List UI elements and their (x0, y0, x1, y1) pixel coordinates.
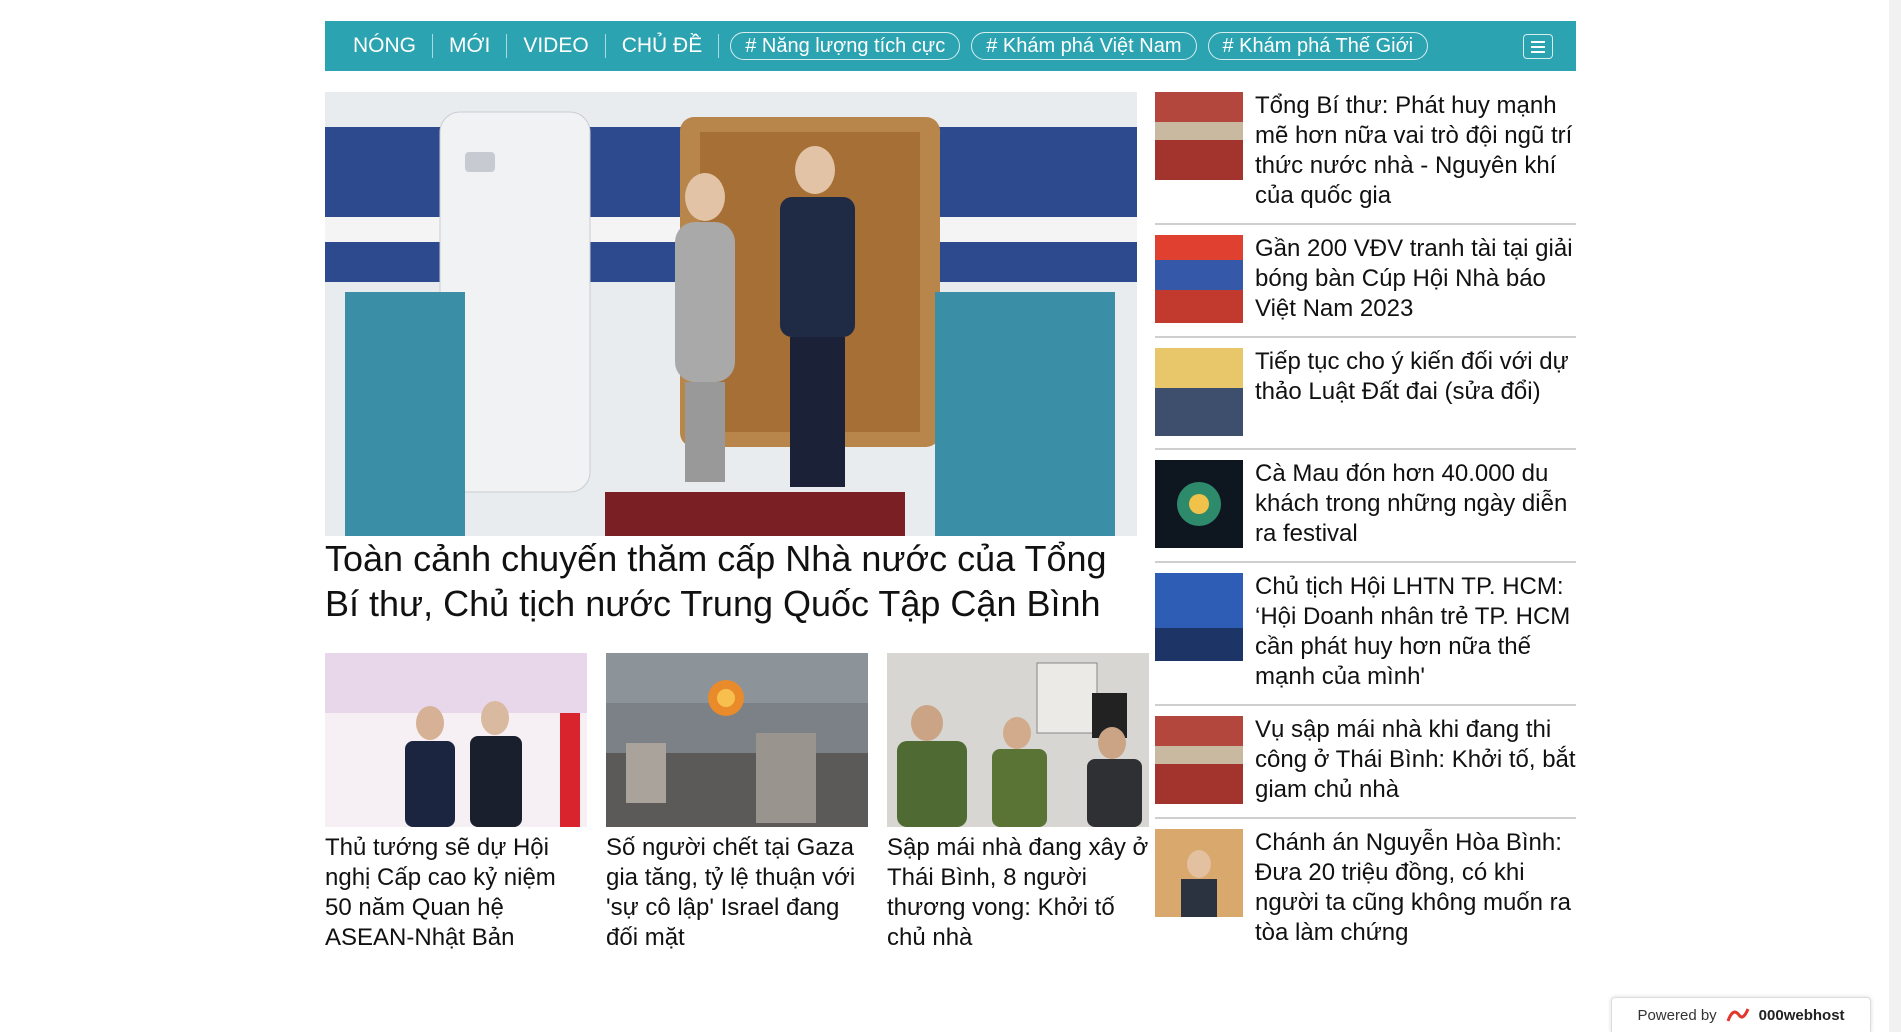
hero-article[interactable]: Toàn cảnh chuyến thăm cấp Nhà nước của T… (325, 92, 1137, 626)
hero-title[interactable]: Toàn cảnh chuyến thăm cấp Nhà nước của T… (325, 536, 1137, 626)
item-thumbnail[interactable] (1155, 716, 1243, 804)
card-image[interactable] (887, 653, 1149, 827)
item-thumbnail[interactable] (1155, 460, 1243, 548)
list-item[interactable]: Gần 200 VĐV tranh tài tại giải bóng bàn … (1155, 235, 1576, 338)
article-card[interactable]: Số người chết tại Gaza gia tăng, tỷ lệ t… (606, 653, 868, 953)
item-title[interactable]: Tiếp tục cho ý kiến đối với dự thảo Luật… (1255, 347, 1576, 436)
nav-item-new[interactable]: MỚI (433, 33, 506, 59)
list-item[interactable]: Chánh án Nguyễn Hòa Bình: Đưa 20 triệu đ… (1155, 829, 1576, 960)
card-title[interactable]: Sập mái nhà đang xây ở Thái Bình, 8 ngườ… (887, 833, 1149, 953)
item-thumbnail[interactable] (1155, 829, 1243, 917)
item-title[interactable]: Vụ sập mái nhà khi đang thi công ở Thái … (1255, 715, 1576, 805)
powered-brand: 000webhost (1758, 1006, 1845, 1024)
list-item[interactable]: Chủ tịch Hội LHTN TP. HCM: ‘Hội Doanh nh… (1155, 573, 1576, 706)
list-item[interactable]: Tổng Bí thư: Phát huy mạnh mẽ hơn nữa va… (1155, 92, 1576, 225)
top-nav-bar: NÓNG MỚI VIDEO CHỦ ĐỀ # Năng lượng tích … (325, 21, 1576, 71)
article-card[interactable]: Sập mái nhà đang xây ở Thái Bình, 8 ngườ… (887, 653, 1149, 953)
item-thumbnail[interactable] (1155, 92, 1243, 180)
scrollbar[interactable] (1889, 0, 1901, 1032)
item-title[interactable]: Chủ tịch Hội LHTN TP. HCM: ‘Hội Doanh nh… (1255, 572, 1576, 692)
powered-by-badge[interactable]: Powered by 000webhost (1611, 997, 1871, 1032)
tag-explore-vietnam[interactable]: # Khám phá Việt Nam (971, 32, 1197, 60)
item-thumbnail[interactable] (1155, 235, 1243, 323)
card-title[interactable]: Số người chết tại Gaza gia tăng, tỷ lệ t… (606, 833, 868, 953)
article-cards: Thủ tướng sẽ dự Hội nghị Cấp cao kỷ niệm… (325, 653, 1149, 953)
item-title[interactable]: Tổng Bí thư: Phát huy mạnh mẽ hơn nữa va… (1255, 91, 1576, 211)
card-image[interactable] (325, 653, 587, 827)
card-title[interactable]: Thủ tướng sẽ dự Hội nghị Cấp cao kỷ niệm… (325, 833, 587, 953)
item-thumbnail[interactable] (1155, 573, 1243, 661)
nav-item-topics[interactable]: CHỦ ĐỀ (606, 33, 719, 59)
list-item[interactable]: Vụ sập mái nhà khi đang thi công ở Thái … (1155, 716, 1576, 819)
nav-divider (718, 34, 720, 58)
tag-positive-energy[interactable]: # Năng lượng tích cực (730, 32, 961, 60)
powered-label: Powered by (1637, 1006, 1717, 1024)
card-image[interactable] (606, 653, 868, 827)
item-title[interactable]: Gần 200 VĐV tranh tài tại giải bóng bàn … (1255, 234, 1576, 324)
list-item[interactable]: Tiếp tục cho ý kiến đối với dự thảo Luật… (1155, 348, 1576, 450)
nav-item-video[interactable]: VIDEO (507, 33, 604, 59)
item-thumbnail[interactable] (1155, 348, 1243, 436)
nav-item-hot[interactable]: NÓNG (337, 33, 432, 59)
article-card[interactable]: Thủ tướng sẽ dự Hội nghị Cấp cao kỷ niệm… (325, 653, 587, 953)
hero-image[interactable] (325, 92, 1137, 536)
webhost-logo-icon (1726, 1008, 1750, 1022)
list-item[interactable]: Cà Mau đón hơn 40.000 du khách trong nhữ… (1155, 460, 1576, 563)
page-container: NÓNG MỚI VIDEO CHỦ ĐỀ # Năng lượng tích … (325, 21, 1576, 951)
item-title[interactable]: Cà Mau đón hơn 40.000 du khách trong nhữ… (1255, 459, 1576, 549)
tag-explore-world[interactable]: # Khám phá Thế Giới (1207, 32, 1429, 60)
hamburger-menu-icon[interactable] (1523, 34, 1553, 59)
item-title[interactable]: Chánh án Nguyễn Hòa Bình: Đưa 20 triệu đ… (1255, 828, 1576, 948)
side-news-list: Tổng Bí thư: Phát huy mạnh mẽ hơn nữa va… (1155, 92, 1576, 970)
